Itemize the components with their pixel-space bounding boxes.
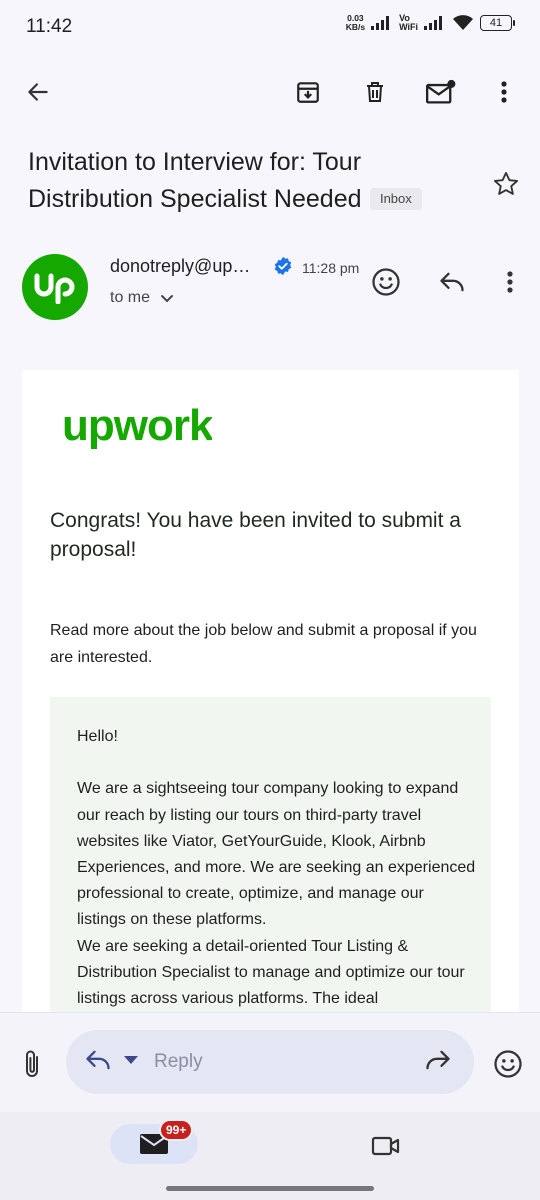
chevron-down-icon [161,294,174,302]
job-greeting: Hello! [77,728,118,745]
emoji-icon [372,268,400,296]
emoji-icon [494,1050,522,1078]
attach-button[interactable] [14,1046,50,1082]
more-options-button[interactable] [484,72,524,112]
more-vert-icon [501,81,507,103]
star-icon [493,171,519,195]
verified-badge-icon [274,256,292,276]
recipient-label: to me [110,289,151,306]
emoji-button[interactable] [488,1044,528,1084]
archive-button[interactable] [288,72,328,112]
delete-button[interactable] [355,72,395,112]
signal-icon [371,16,390,30]
battery-icon: 41 [480,15,515,31]
network-speed: 0.03 KB/s [345,13,366,32]
job-description-box: Hello! We are a sightseeing tour company… [50,697,491,1027]
sender-name[interactable]: donotreply@up… [110,256,250,277]
read-more-text: Read more about the job below and submit… [50,622,477,666]
archive-icon [297,82,319,103]
job-paragraph-2: We are seeking a detail-oriented Tour Li… [77,937,465,1008]
email-toolbar [0,64,540,120]
mail-unread-icon [426,79,456,104]
reply-icon [440,272,464,292]
home-indicator[interactable] [166,1186,374,1191]
reply-type-dropdown-icon[interactable] [123,1055,139,1065]
forward-icon[interactable] [424,1048,452,1072]
trash-icon [367,82,383,102]
email-time: 11:28 pm [302,260,360,276]
job-description: Hello! We are a sightseeing tour company… [77,724,477,1012]
video-camera-icon [371,1136,400,1156]
arrow-left-icon [28,83,48,101]
mark-unread-button[interactable] [421,72,461,112]
back-button[interactable] [18,72,58,112]
status-icons: 0.03 KB/s Vo WiFi 41 [345,13,515,32]
sender-avatar[interactable] [22,254,88,320]
sender-more-button[interactable] [490,262,530,302]
reply-button[interactable] [432,262,472,302]
reply-icon[interactable] [84,1048,112,1072]
job-spacer [77,750,477,776]
mail-count-badge: 99+ [159,1119,194,1141]
star-button[interactable] [486,164,526,204]
nav-meet-tab[interactable] [366,1126,406,1166]
inbox-label-chip[interactable]: Inbox [369,188,422,210]
congrats-heading: Congrats! You have been invited to submi… [50,509,461,561]
job-paragraph-1: We are a sightseeing tour company lookin… [77,780,476,929]
more-vert-icon [507,271,513,293]
vowifi-indicator: Vo WiFi [399,13,418,32]
paperclip-icon [26,1050,38,1077]
recipient-details-toggle[interactable]: to me [110,289,174,307]
email-subject: Invitation to Interview for: Tour Distri… [28,148,362,213]
signal-icon-2 [424,16,442,30]
email-subject-area: Invitation to Interview for: Tour Distri… [28,144,478,218]
upwork-avatar-logo [34,273,75,304]
reply-input[interactable]: Reply [154,1051,203,1073]
upwork-logo: upwork [62,401,215,461]
upwork-wordmark-icon: upwork [62,401,215,450]
react-emoji-button[interactable] [366,262,406,302]
status-time: 11:42 [26,16,73,37]
wifi-icon [453,15,473,30]
status-bar: 11:42 0.03 KB/s Vo WiFi 41 [0,0,540,56]
svg-text:upwork: upwork [62,404,212,450]
